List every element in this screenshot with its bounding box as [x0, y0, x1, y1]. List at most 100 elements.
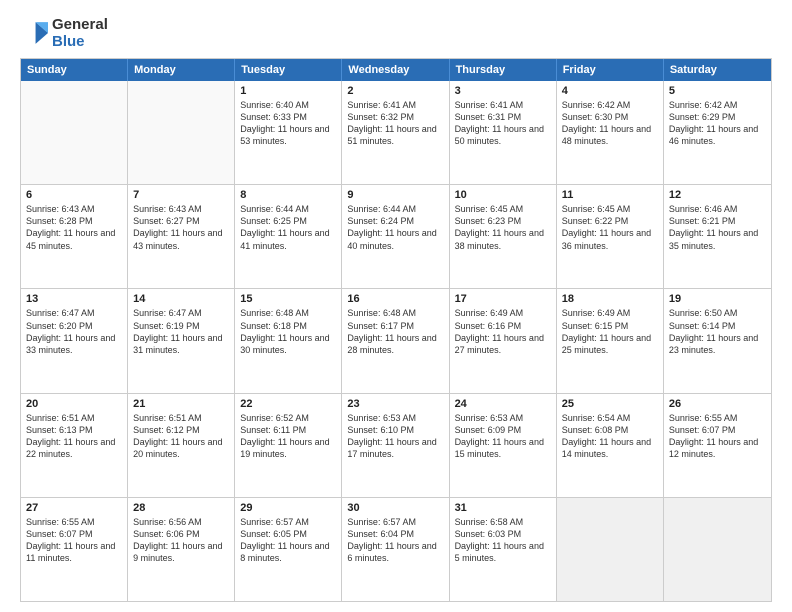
day-number: 15 — [240, 293, 336, 305]
header-day-monday: Monday — [128, 59, 235, 81]
day-number: 25 — [562, 398, 658, 410]
day-number: 17 — [455, 293, 551, 305]
day-info: Sunrise: 6:49 AMSunset: 6:15 PMDaylight:… — [562, 307, 658, 356]
calendar-row-4: 20 Sunrise: 6:51 AMSunset: 6:13 PMDayligh… — [21, 393, 771, 497]
day-info: Sunrise: 6:45 AMSunset: 6:23 PMDaylight:… — [455, 203, 551, 252]
day-cell-3: 3 Sunrise: 6:41 AMSunset: 6:31 PMDaylight… — [450, 81, 557, 184]
logo-text: General Blue — [52, 16, 108, 50]
day-cell-12: 12 Sunrise: 6:46 AMSunset: 6:21 PMDayligh… — [664, 185, 771, 288]
day-cell-15: 15 Sunrise: 6:48 AMSunset: 6:18 PMDayligh… — [235, 289, 342, 392]
day-info: Sunrise: 6:51 AMSunset: 6:13 PMDaylight:… — [26, 412, 122, 461]
day-cell-18: 18Sunrise: 6:49 AMSunset: 6:15 PMDayligh… — [557, 289, 664, 392]
day-cell-6: 6 Sunrise: 6:43 AMSunset: 6:28 PMDaylight… — [21, 185, 128, 288]
day-info: Sunrise: 6:52 AMSunset: 6:11 PMDaylight:… — [240, 412, 336, 461]
day-info: Sunrise: 6:43 AMSunset: 6:27 PMDaylight:… — [133, 203, 229, 252]
calendar-row-5: 27Sunrise: 6:55 AMSunset: 6:07 PMDayligh… — [21, 497, 771, 601]
day-number: 28 — [133, 502, 229, 514]
day-cell-14: 14 Sunrise: 6:47 AMSunset: 6:19 PMDayligh… — [128, 289, 235, 392]
empty-cell — [664, 498, 771, 601]
day-number: 27 — [26, 502, 122, 514]
day-cell-5: 5 Sunrise: 6:42 AMSunset: 6:29 PMDaylight… — [664, 81, 771, 184]
day-number: 30 — [347, 502, 443, 514]
empty-cell — [21, 81, 128, 184]
day-cell-11: 11 Sunrise: 6:45 AMSunset: 6:22 PMDayligh… — [557, 185, 664, 288]
day-cell-2: 2 Sunrise: 6:41 AMSunset: 6:32 PMDaylight… — [342, 81, 449, 184]
day-number: 20 — [26, 398, 122, 410]
day-info: Sunrise: 6:53 AMSunset: 6:09 PMDaylight:… — [455, 412, 551, 461]
day-info: Sunrise: 6:43 AMSunset: 6:28 PMDaylight:… — [26, 203, 122, 252]
day-info: Sunrise: 6:41 AMSunset: 6:31 PMDaylight:… — [455, 99, 551, 148]
day-cell-28: 28 Sunrise: 6:56 AMSunset: 6:06 PMDayligh… — [128, 498, 235, 601]
day-info: Sunrise: 6:45 AMSunset: 6:22 PMDaylight:… — [562, 203, 658, 252]
day-info: Sunrise: 6:57 AMSunset: 6:04 PMDaylight:… — [347, 516, 443, 565]
day-cell-21: 21 Sunrise: 6:51 AMSunset: 6:12 PMDayligh… — [128, 394, 235, 497]
header-day-friday: Friday — [557, 59, 664, 81]
day-cell-17: 17Sunrise: 6:49 AMSunset: 6:16 PMDayligh… — [450, 289, 557, 392]
day-number: 14 — [133, 293, 229, 305]
day-number: 2 — [347, 85, 443, 97]
day-number: 24 — [455, 398, 551, 410]
day-cell-19: 19 Sunrise: 6:50 AMSunset: 6:14 PMDayligh… — [664, 289, 771, 392]
day-number: 11 — [562, 189, 658, 201]
day-number: 10 — [455, 189, 551, 201]
day-info: Sunrise: 6:44 AMSunset: 6:24 PMDaylight:… — [347, 203, 443, 252]
day-number: 13 — [26, 293, 122, 305]
day-info: Sunrise: 6:46 AMSunset: 6:21 PMDaylight:… — [669, 203, 766, 252]
day-number: 6 — [26, 189, 122, 201]
day-info: Sunrise: 6:53 AMSunset: 6:10 PMDaylight:… — [347, 412, 443, 461]
calendar-row-2: 6 Sunrise: 6:43 AMSunset: 6:28 PMDaylight… — [21, 184, 771, 288]
day-number: 23 — [347, 398, 443, 410]
day-info: Sunrise: 6:57 AMSunset: 6:05 PMDaylight:… — [240, 516, 336, 565]
day-info: Sunrise: 6:42 AMSunset: 6:30 PMDaylight:… — [562, 99, 658, 148]
day-cell-1: 1Sunrise: 6:40 AMSunset: 6:33 PMDaylight… — [235, 81, 342, 184]
day-number: 31 — [455, 502, 551, 514]
calendar: SundayMondayTuesdayWednesdayThursdayFrid… — [20, 58, 772, 602]
day-cell-20: 20 Sunrise: 6:51 AMSunset: 6:13 PMDayligh… — [21, 394, 128, 497]
day-info: Sunrise: 6:47 AMSunset: 6:20 PMDaylight:… — [26, 307, 122, 356]
day-cell-22: 22 Sunrise: 6:52 AMSunset: 6:11 PMDayligh… — [235, 394, 342, 497]
day-cell-16: 16Sunrise: 6:48 AMSunset: 6:17 PMDayligh… — [342, 289, 449, 392]
header-day-wednesday: Wednesday — [342, 59, 449, 81]
day-number: 7 — [133, 189, 229, 201]
day-number: 22 — [240, 398, 336, 410]
calendar-body: 1Sunrise: 6:40 AMSunset: 6:33 PMDaylight… — [21, 81, 771, 601]
day-number: 1 — [240, 85, 336, 97]
day-cell-8: 8Sunrise: 6:44 AMSunset: 6:25 PMDaylight… — [235, 185, 342, 288]
day-number: 5 — [669, 85, 766, 97]
day-number: 26 — [669, 398, 766, 410]
empty-cell — [557, 498, 664, 601]
day-number: 29 — [240, 502, 336, 514]
day-cell-4: 4 Sunrise: 6:42 AMSunset: 6:30 PMDaylight… — [557, 81, 664, 184]
day-info: Sunrise: 6:51 AMSunset: 6:12 PMDaylight:… — [133, 412, 229, 461]
empty-cell — [128, 81, 235, 184]
header-day-tuesday: Tuesday — [235, 59, 342, 81]
day-number: 21 — [133, 398, 229, 410]
day-number: 3 — [455, 85, 551, 97]
day-number: 16 — [347, 293, 443, 305]
day-cell-9: 9Sunrise: 6:44 AMSunset: 6:24 PMDaylight… — [342, 185, 449, 288]
day-info: Sunrise: 6:50 AMSunset: 6:14 PMDaylight:… — [669, 307, 766, 356]
calendar-header: SundayMondayTuesdayWednesdayThursdayFrid… — [21, 59, 771, 81]
logo-icon — [20, 19, 48, 47]
day-cell-30: 30 Sunrise: 6:57 AMSunset: 6:04 PMDayligh… — [342, 498, 449, 601]
day-info: Sunrise: 6:56 AMSunset: 6:06 PMDaylight:… — [133, 516, 229, 565]
header-day-sunday: Sunday — [21, 59, 128, 81]
day-cell-26: 26Sunrise: 6:55 AMSunset: 6:07 PMDayligh… — [664, 394, 771, 497]
day-info: Sunrise: 6:58 AMSunset: 6:03 PMDaylight:… — [455, 516, 551, 565]
day-info: Sunrise: 6:47 AMSunset: 6:19 PMDaylight:… — [133, 307, 229, 356]
day-cell-23: 23 Sunrise: 6:53 AMSunset: 6:10 PMDayligh… — [342, 394, 449, 497]
day-number: 8 — [240, 189, 336, 201]
day-cell-31: 31 Sunrise: 6:58 AMSunset: 6:03 PMDayligh… — [450, 498, 557, 601]
logo: General Blue — [20, 16, 108, 50]
calendar-row-3: 13 Sunrise: 6:47 AMSunset: 6:20 PMDayligh… — [21, 288, 771, 392]
day-info: Sunrise: 6:48 AMSunset: 6:18 PMDaylight:… — [240, 307, 336, 356]
day-number: 12 — [669, 189, 766, 201]
day-info: Sunrise: 6:42 AMSunset: 6:29 PMDaylight:… — [669, 99, 766, 148]
day-cell-24: 24 Sunrise: 6:53 AMSunset: 6:09 PMDayligh… — [450, 394, 557, 497]
header-day-saturday: Saturday — [664, 59, 771, 81]
day-info: Sunrise: 6:41 AMSunset: 6:32 PMDaylight:… — [347, 99, 443, 148]
day-number: 19 — [669, 293, 766, 305]
header: General Blue — [20, 16, 772, 50]
day-cell-7: 7 Sunrise: 6:43 AMSunset: 6:27 PMDaylight… — [128, 185, 235, 288]
day-number: 4 — [562, 85, 658, 97]
